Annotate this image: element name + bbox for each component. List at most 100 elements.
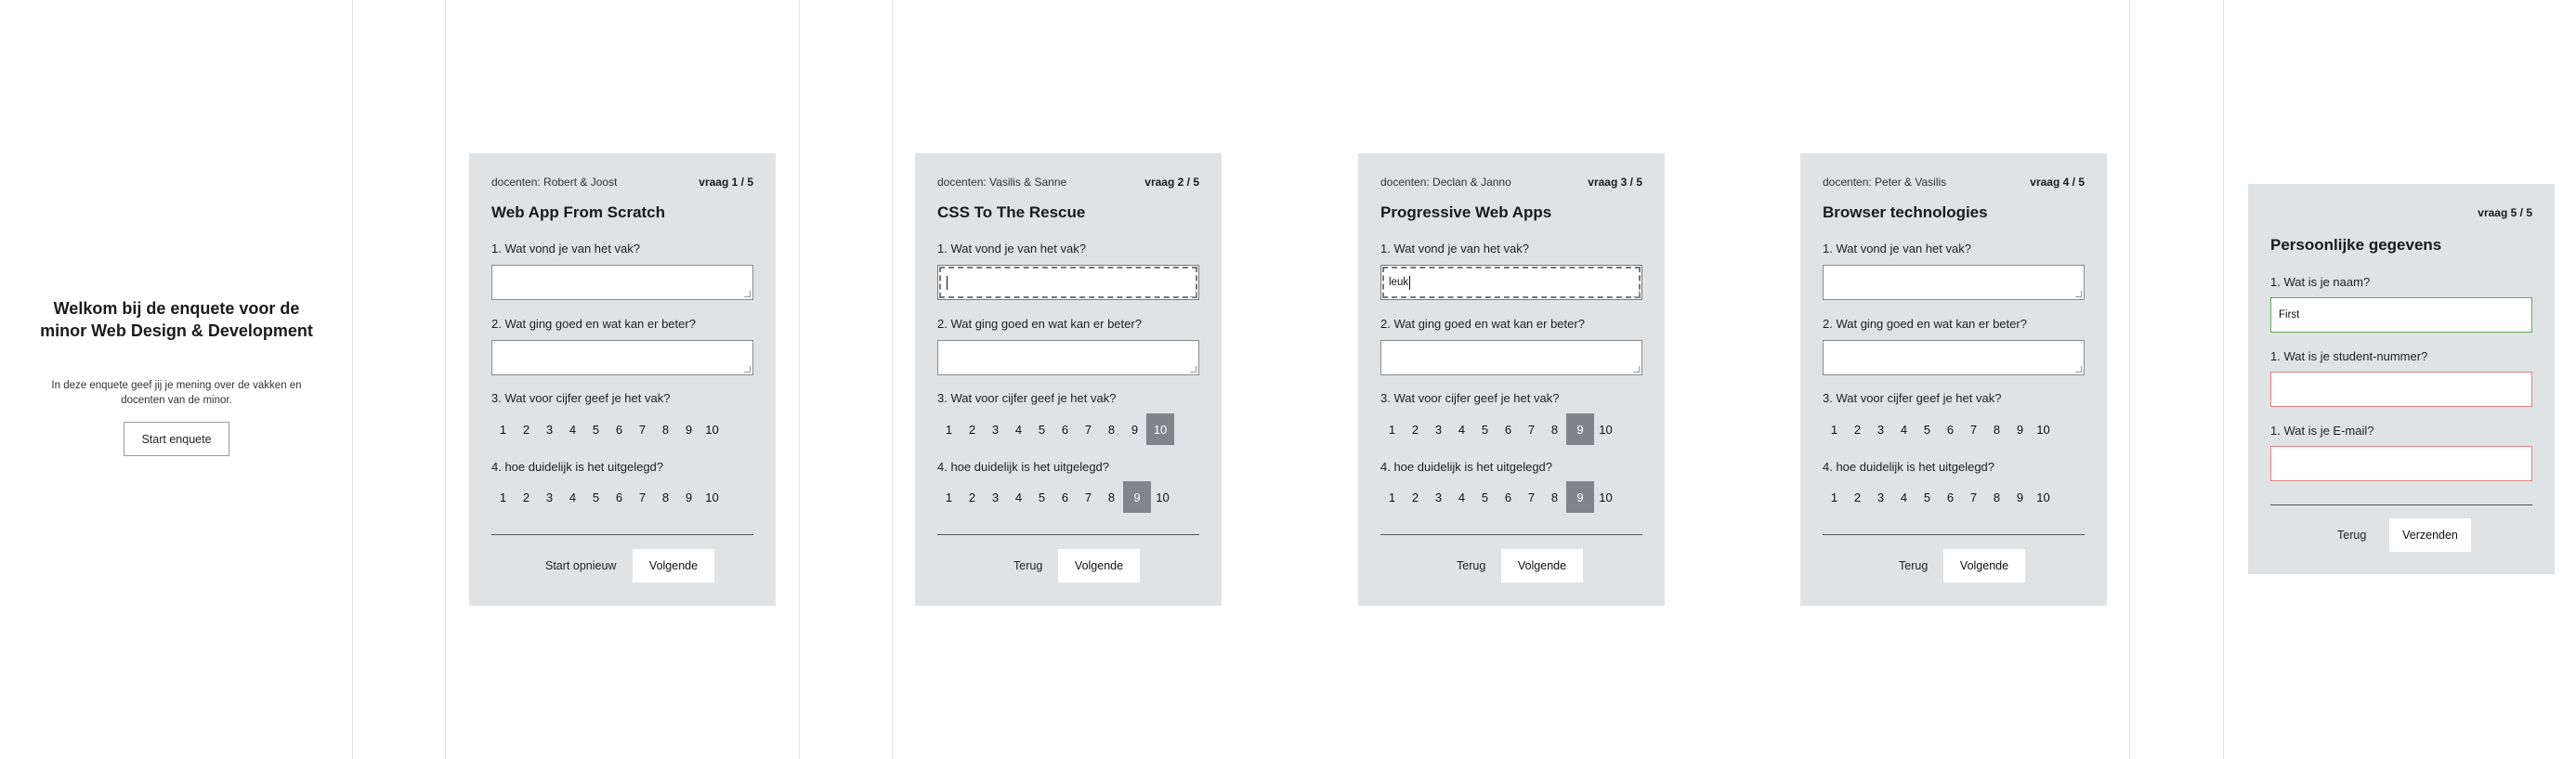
rating-option[interactable]: 8	[1100, 481, 1123, 513]
rating-option[interactable]: 7	[1962, 413, 1985, 445]
rating-option[interactable]: 2	[515, 413, 538, 445]
rating-option[interactable]: 4	[1892, 481, 1916, 513]
answer-2-textarea[interactable]	[1823, 340, 2085, 375]
rating-option[interactable]: 4	[1892, 413, 1916, 445]
rating-option[interactable]: 3	[984, 413, 1007, 445]
rating-option[interactable]: 4	[1450, 481, 1473, 513]
email-field[interactable]	[2270, 446, 2532, 481]
rating-option[interactable]: 3	[1869, 481, 1892, 513]
rating-option[interactable]: 8	[654, 481, 677, 513]
rating-option[interactable]: 3	[538, 413, 561, 445]
rating-option[interactable]: 9	[677, 481, 700, 513]
rating-option[interactable]: 1	[937, 481, 961, 513]
rating-option[interactable]: 1	[1823, 481, 1846, 513]
rating-option[interactable]: 10	[2032, 413, 2055, 445]
name-field[interactable]: First	[2270, 297, 2532, 333]
rating-option[interactable]: 2	[515, 481, 538, 513]
rating-option[interactable]: 3	[984, 481, 1007, 513]
rating-option[interactable]: 6	[608, 481, 631, 513]
rating-option[interactable]: 5	[1030, 481, 1053, 513]
resize-handle[interactable]	[744, 366, 751, 373]
rating-option[interactable]: 8	[1543, 481, 1566, 513]
rating-option[interactable]: 8	[1100, 413, 1123, 445]
rating-option[interactable]: 7	[1077, 413, 1100, 445]
rating-option[interactable]: 7	[1962, 481, 1985, 513]
rating-option[interactable]: 3	[538, 481, 561, 513]
rating-option[interactable]: 6	[1053, 413, 1077, 445]
rating-option[interactable]: 4	[561, 481, 584, 513]
next-button[interactable]: Volgende	[633, 549, 714, 582]
rating-option[interactable]: 4	[1007, 413, 1030, 445]
rating-option[interactable]: 3	[1427, 413, 1450, 445]
rating-option[interactable]: 1	[491, 413, 515, 445]
answer-1-textarea[interactable]: leuk	[1380, 265, 1642, 300]
rating-option[interactable]: 5	[1916, 413, 1939, 445]
answer-1-textarea[interactable]	[937, 265, 1199, 300]
rating-option[interactable]: 9	[1566, 481, 1594, 513]
rating-option[interactable]: 8	[654, 413, 677, 445]
rating-option[interactable]: 10	[2032, 481, 2055, 513]
rating-option[interactable]: 2	[1404, 481, 1427, 513]
rating-option[interactable]: 6	[1497, 481, 1520, 513]
rating-option[interactable]: 1	[937, 413, 961, 445]
rating-option[interactable]: 5	[584, 413, 608, 445]
rating-option[interactable]: 7	[631, 413, 654, 445]
answer-2-textarea[interactable]	[937, 340, 1199, 375]
rating-option[interactable]: 10	[1594, 481, 1617, 513]
rating-option[interactable]: 7	[631, 481, 654, 513]
rating-option[interactable]: 5	[1030, 413, 1053, 445]
start-survey-button[interactable]: Start enquete	[124, 422, 229, 456]
rating-option[interactable]: 9	[1123, 481, 1151, 513]
rating-option[interactable]: 3	[1427, 481, 1450, 513]
rating-option[interactable]: 2	[961, 413, 984, 445]
answer-1-textarea[interactable]	[1823, 265, 2085, 300]
rating-option[interactable]: 8	[1985, 413, 2008, 445]
rating-option[interactable]: 5	[1473, 481, 1497, 513]
back-button[interactable]: Terug	[1899, 559, 1928, 572]
rating-option[interactable]: 6	[608, 413, 631, 445]
resize-handle[interactable]	[1633, 291, 1640, 297]
rating-option[interactable]: 10	[1594, 413, 1617, 445]
resize-handle[interactable]	[744, 291, 751, 297]
rating-option[interactable]: 7	[1077, 481, 1100, 513]
rating-option[interactable]: 7	[1520, 481, 1543, 513]
answer-1-textarea[interactable]	[491, 265, 753, 300]
next-button[interactable]: Volgende	[1501, 549, 1583, 582]
rating-option[interactable]: 2	[1846, 413, 1869, 445]
back-button[interactable]: Start opnieuw	[545, 559, 616, 572]
rating-option[interactable]: 7	[1520, 413, 1543, 445]
resize-handle[interactable]	[1633, 366, 1640, 373]
rating-option[interactable]: 2	[961, 481, 984, 513]
rating-option[interactable]: 8	[1985, 481, 2008, 513]
rating-option[interactable]: 6	[1053, 481, 1077, 513]
answer-2-textarea[interactable]	[1380, 340, 1642, 375]
resize-handle[interactable]	[2075, 291, 2082, 297]
rating-option[interactable]: 5	[584, 481, 608, 513]
next-button[interactable]: Volgende	[1943, 549, 2025, 582]
rating-option[interactable]: 3	[1869, 413, 1892, 445]
rating-option[interactable]: 6	[1497, 413, 1520, 445]
rating-option[interactable]: 6	[1939, 413, 1962, 445]
resize-handle[interactable]	[1190, 366, 1196, 373]
back-button[interactable]: Terug	[2337, 529, 2366, 542]
rating-option[interactable]: 1	[1380, 413, 1404, 445]
answer-2-textarea[interactable]	[491, 340, 753, 375]
rating-option[interactable]: 9	[1566, 413, 1594, 445]
rating-option[interactable]: 10	[700, 413, 724, 445]
rating-option[interactable]: 6	[1939, 481, 1962, 513]
rating-option[interactable]: 1	[1823, 413, 1846, 445]
rating-option[interactable]: 9	[2008, 481, 2032, 513]
rating-option[interactable]: 5	[1473, 413, 1497, 445]
back-button[interactable]: Terug	[1013, 559, 1042, 572]
rating-option[interactable]: 2	[1404, 413, 1427, 445]
rating-option[interactable]: 10	[1146, 413, 1174, 445]
rating-option[interactable]: 9	[1123, 413, 1146, 445]
rating-option[interactable]: 2	[1846, 481, 1869, 513]
resize-handle[interactable]	[1190, 291, 1196, 297]
submit-button[interactable]: Verzenden	[2389, 518, 2471, 552]
rating-option[interactable]: 8	[1543, 413, 1566, 445]
rating-option[interactable]: 4	[1450, 413, 1473, 445]
rating-option[interactable]: 10	[1151, 481, 1174, 513]
next-button[interactable]: Volgende	[1058, 549, 1140, 582]
rating-option[interactable]: 9	[2008, 413, 2032, 445]
